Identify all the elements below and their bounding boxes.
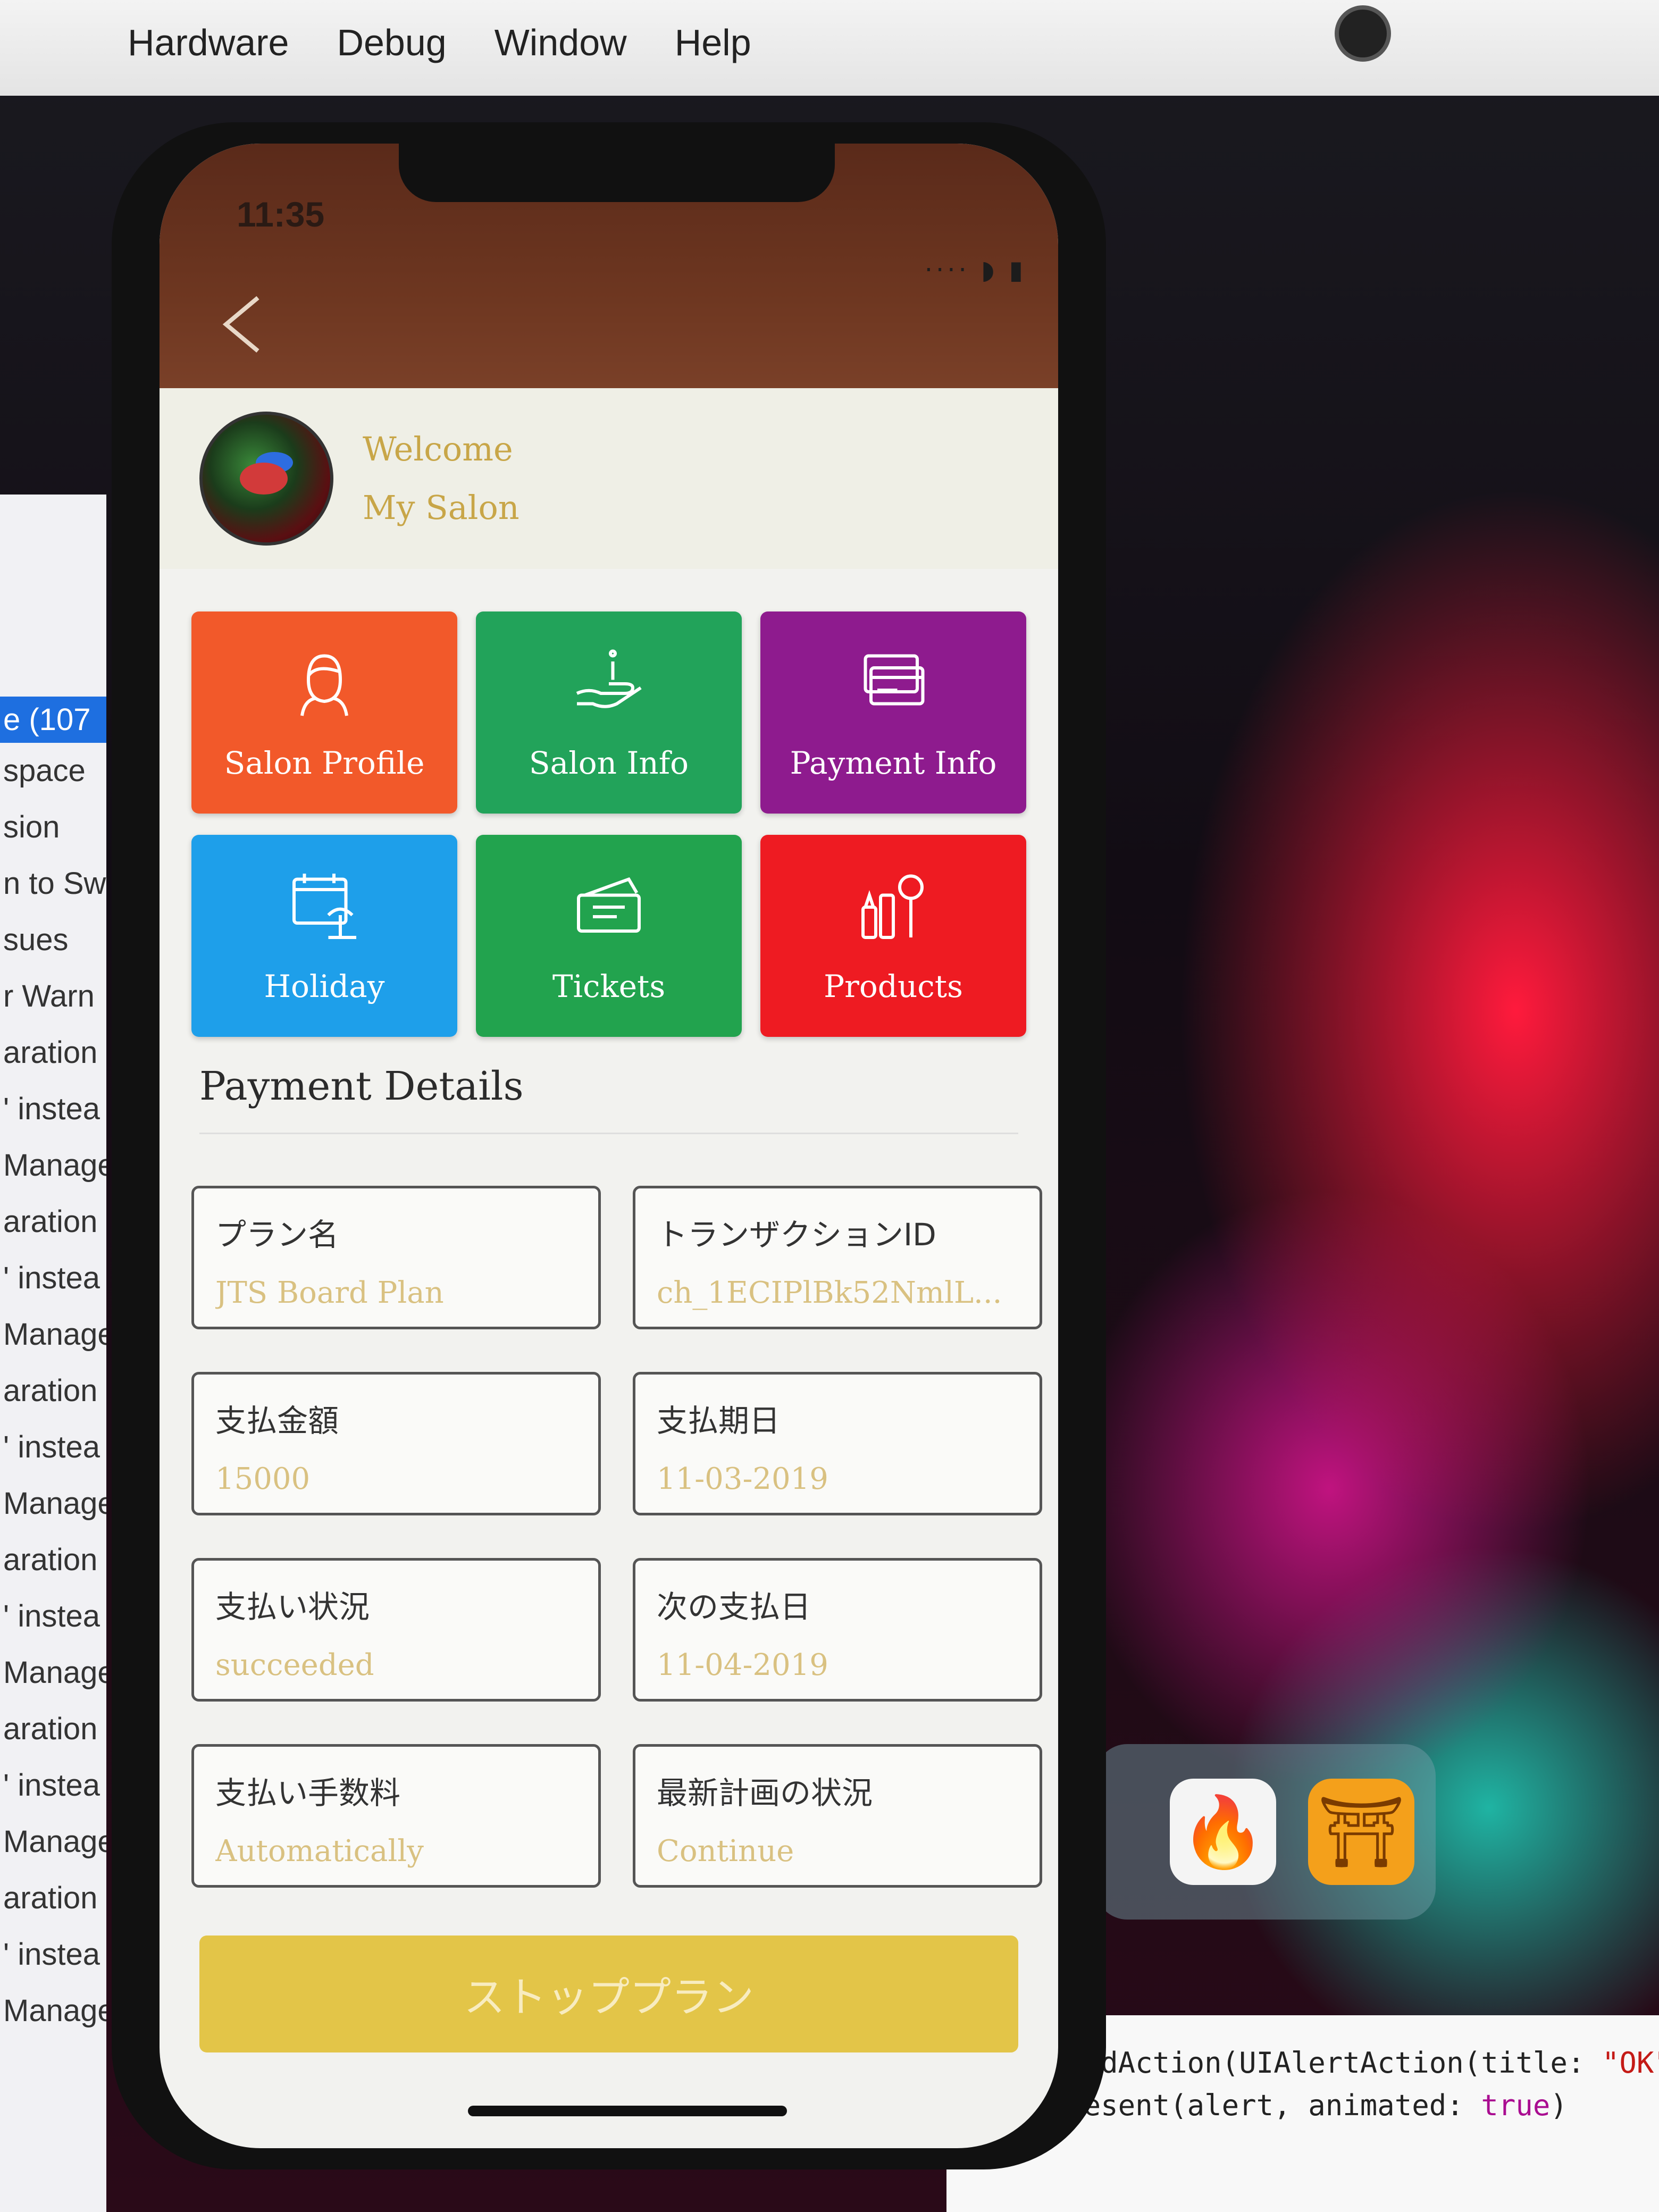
- payment-details-grid: プラン名 JTS Board Plan トランザクションID ch_1ECIPl…: [191, 1186, 1042, 1888]
- menu-tiles: Salon Profile Salon Info Payment Info Ho…: [191, 611, 1026, 1037]
- xcode-issue-navigator: e (107 space sion n to Sw sues r Warn aration…: [0, 495, 106, 2212]
- menu-help[interactable]: Help: [675, 21, 751, 64]
- issue-line[interactable]: sion: [0, 799, 106, 856]
- issue-line[interactable]: r Warn: [0, 968, 106, 1025]
- field-label: 次の支払日: [657, 1589, 811, 1625]
- field-label: 支払金額: [215, 1403, 339, 1439]
- torii-app-icon[interactable]: ⛩: [1308, 1779, 1414, 1885]
- tile-payment-info[interactable]: Payment Info: [760, 611, 1026, 814]
- issue-line[interactable]: Manage: [0, 1645, 106, 1701]
- field-value: Continue: [657, 1834, 794, 1869]
- issue-line[interactable]: n to Sw: [0, 856, 106, 912]
- issue-line[interactable]: Manage: [0, 1137, 106, 1194]
- field-payment-status[interactable]: 支払い状況 succeeded: [191, 1558, 601, 1702]
- section-divider: [199, 1133, 1018, 1134]
- tile-salon-profile[interactable]: Salon Profile: [191, 611, 457, 814]
- back-button[interactable]: [213, 282, 271, 367]
- status-time: 11:35: [237, 195, 325, 234]
- woman-face-icon: [300, 654, 348, 716]
- issue-line[interactable]: ' instea: [0, 1588, 106, 1645]
- tile-label: Salon Profile: [224, 745, 425, 781]
- tile-salon-info[interactable]: Salon Info: [476, 611, 742, 814]
- issue-line[interactable]: aration: [0, 1870, 106, 1926]
- field-label: 支払い状況: [215, 1589, 370, 1625]
- home-indicator[interactable]: [468, 2106, 787, 2116]
- payment-details-title: Payment Details: [199, 1063, 524, 1109]
- field-label: 最新計画の状況: [657, 1775, 873, 1811]
- field-plan-name[interactable]: プラン名 JTS Board Plan: [191, 1186, 601, 1329]
- field-payment-amount[interactable]: 支払金額 15000: [191, 1372, 601, 1515]
- field-value: 11-03-2019: [657, 1462, 828, 1496]
- issue-line[interactable]: aration: [0, 1532, 106, 1588]
- phone-notch: [399, 144, 835, 202]
- issue-line[interactable]: ' instea: [0, 1419, 106, 1476]
- stop-plan-button[interactable]: ストッププラン: [199, 1936, 1018, 2052]
- tile-label: Tickets: [552, 968, 666, 1004]
- issue-line[interactable]: Manage: [0, 1306, 106, 1363]
- menu-hardware[interactable]: Hardware: [128, 21, 289, 64]
- issue-line[interactable]: ' instea: [0, 1757, 106, 1814]
- field-value: 15000: [215, 1462, 311, 1496]
- welcome-text: Welcome My Salon: [363, 420, 520, 537]
- issue-line[interactable]: aration: [0, 1194, 106, 1250]
- ticket-icon: [577, 877, 641, 933]
- phone-screen: 11:35 ···· ◗ ▮ Welcome My Salon Salon Pr…: [160, 144, 1058, 2148]
- webcam-icon: [1335, 5, 1391, 62]
- field-label: 支払期日: [657, 1403, 781, 1439]
- issue-line[interactable]: ' instea: [0, 1926, 106, 1983]
- cosmetics-icon: [861, 874, 924, 939]
- issue-line[interactable]: aration: [0, 1701, 106, 1757]
- mac-menu-bar: Hardware Debug Window Help: [0, 0, 1659, 96]
- field-payment-due-date[interactable]: 支払期日 11-03-2019: [633, 1372, 1042, 1515]
- navigation-bar: 11:35 ···· ◗ ▮: [160, 144, 1058, 388]
- simulator-dock: 🔥 ⛩: [1095, 1744, 1436, 1920]
- issue-line[interactable]: aration: [0, 1025, 106, 1081]
- field-value: succeeded: [215, 1648, 374, 1682]
- menu-window[interactable]: Window: [495, 21, 627, 64]
- field-label: 支払い手数料: [215, 1775, 401, 1811]
- chevron-left-icon: [222, 296, 259, 353]
- field-value: ch_1ECIPlBk52NmlL...: [657, 1276, 1002, 1310]
- iphone-simulator: 11:35 ···· ◗ ▮ Welcome My Salon Salon Pr…: [112, 122, 1106, 2169]
- field-latest-plan-status[interactable]: 最新計画の状況 Continue: [633, 1744, 1042, 1888]
- welcome-header: Welcome My Salon: [160, 388, 1058, 569]
- field-value: Automatically: [215, 1834, 424, 1869]
- issue-count-selected[interactable]: e (107: [0, 697, 106, 743]
- issue-line[interactable]: Manage: [0, 1983, 106, 2039]
- issue-line[interactable]: sues: [0, 912, 106, 968]
- tile-holiday[interactable]: Holiday: [191, 835, 457, 1037]
- flame-app-icon[interactable]: 🔥: [1170, 1779, 1276, 1885]
- field-next-payment-date[interactable]: 次の支払日 11-04-2019: [633, 1558, 1042, 1702]
- field-transaction-id[interactable]: トランザクションID ch_1ECIPlBk52NmlL...: [633, 1186, 1042, 1329]
- tile-label: Products: [824, 968, 963, 1004]
- salon-name: My Salon: [363, 488, 520, 527]
- tile-label: Salon Info: [529, 745, 689, 781]
- issue-line[interactable]: ' instea: [0, 1250, 106, 1306]
- field-value: JTS Board Plan: [215, 1276, 444, 1310]
- hand-info-icon: [576, 649, 642, 708]
- issue-line[interactable]: Manage: [0, 1476, 106, 1532]
- field-label: プラン名: [215, 1217, 339, 1253]
- credit-card-icon: [864, 654, 925, 706]
- field-payment-fee[interactable]: 支払い手数料 Automatically: [191, 1744, 601, 1888]
- issue-line[interactable]: space: [0, 743, 106, 799]
- field-label: トランザクションID: [657, 1217, 936, 1253]
- tile-products[interactable]: Products: [760, 835, 1026, 1037]
- menu-debug[interactable]: Debug: [337, 21, 446, 64]
- tile-label: Holiday: [264, 968, 385, 1004]
- issue-line[interactable]: aration: [0, 1363, 106, 1419]
- status-icons: ···· ◗ ▮: [924, 255, 1026, 285]
- issue-line[interactable]: Manage: [0, 1814, 106, 1870]
- welcome-line: Welcome: [363, 430, 513, 468]
- issue-line[interactable]: ' instea: [0, 1081, 106, 1137]
- tile-label: Payment Info: [790, 745, 997, 781]
- salon-avatar[interactable]: [199, 412, 333, 546]
- calendar-icon: [292, 874, 356, 939]
- tile-tickets[interactable]: Tickets: [476, 835, 742, 1037]
- field-value: 11-04-2019: [657, 1648, 828, 1682]
